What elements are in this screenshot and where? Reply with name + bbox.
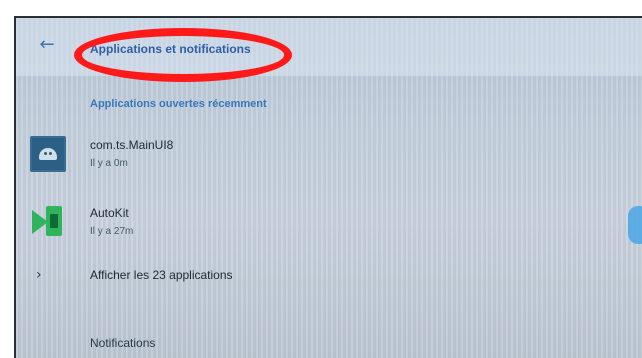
photo-frame: ← Applications et notifications Applicat… (0, 0, 642, 358)
show-all-apps-label: Afficher les 23 applications (90, 268, 233, 282)
chevron-right-icon: › (36, 267, 42, 283)
page-title: Applications et notifications (90, 42, 251, 56)
app-last-used: Il y a 27m (90, 226, 134, 237)
arrow-left-icon[interactable]: ← (38, 36, 56, 54)
notifications-section-label[interactable]: Notifications (90, 336, 155, 350)
autokit-icon-right-shape (46, 206, 62, 236)
settings-screen: ← Applications et notifications Applicat… (14, 16, 642, 358)
show-all-apps-row[interactable]: › Afficher les 23 applications (16, 262, 642, 290)
list-item-app-mainui8[interactable]: com.ts.MainUI8 Il y a 0m (16, 128, 642, 182)
app-name: com.ts.MainUI8 (90, 138, 174, 152)
autokit-icon (32, 206, 66, 240)
app-name: AutoKit (90, 206, 129, 220)
section-header-recent-apps: Applications ouvertes récemment (90, 98, 267, 110)
top-bar: ← Applications et notifications (16, 18, 642, 82)
app-last-used: Il y a 0m (90, 158, 128, 169)
android-robot-icon (39, 148, 57, 160)
android-icon (30, 136, 66, 172)
list-item-app-autokit[interactable]: AutoKit Il y a 27m (16, 196, 642, 250)
floating-edge-icon[interactable] (628, 206, 642, 244)
